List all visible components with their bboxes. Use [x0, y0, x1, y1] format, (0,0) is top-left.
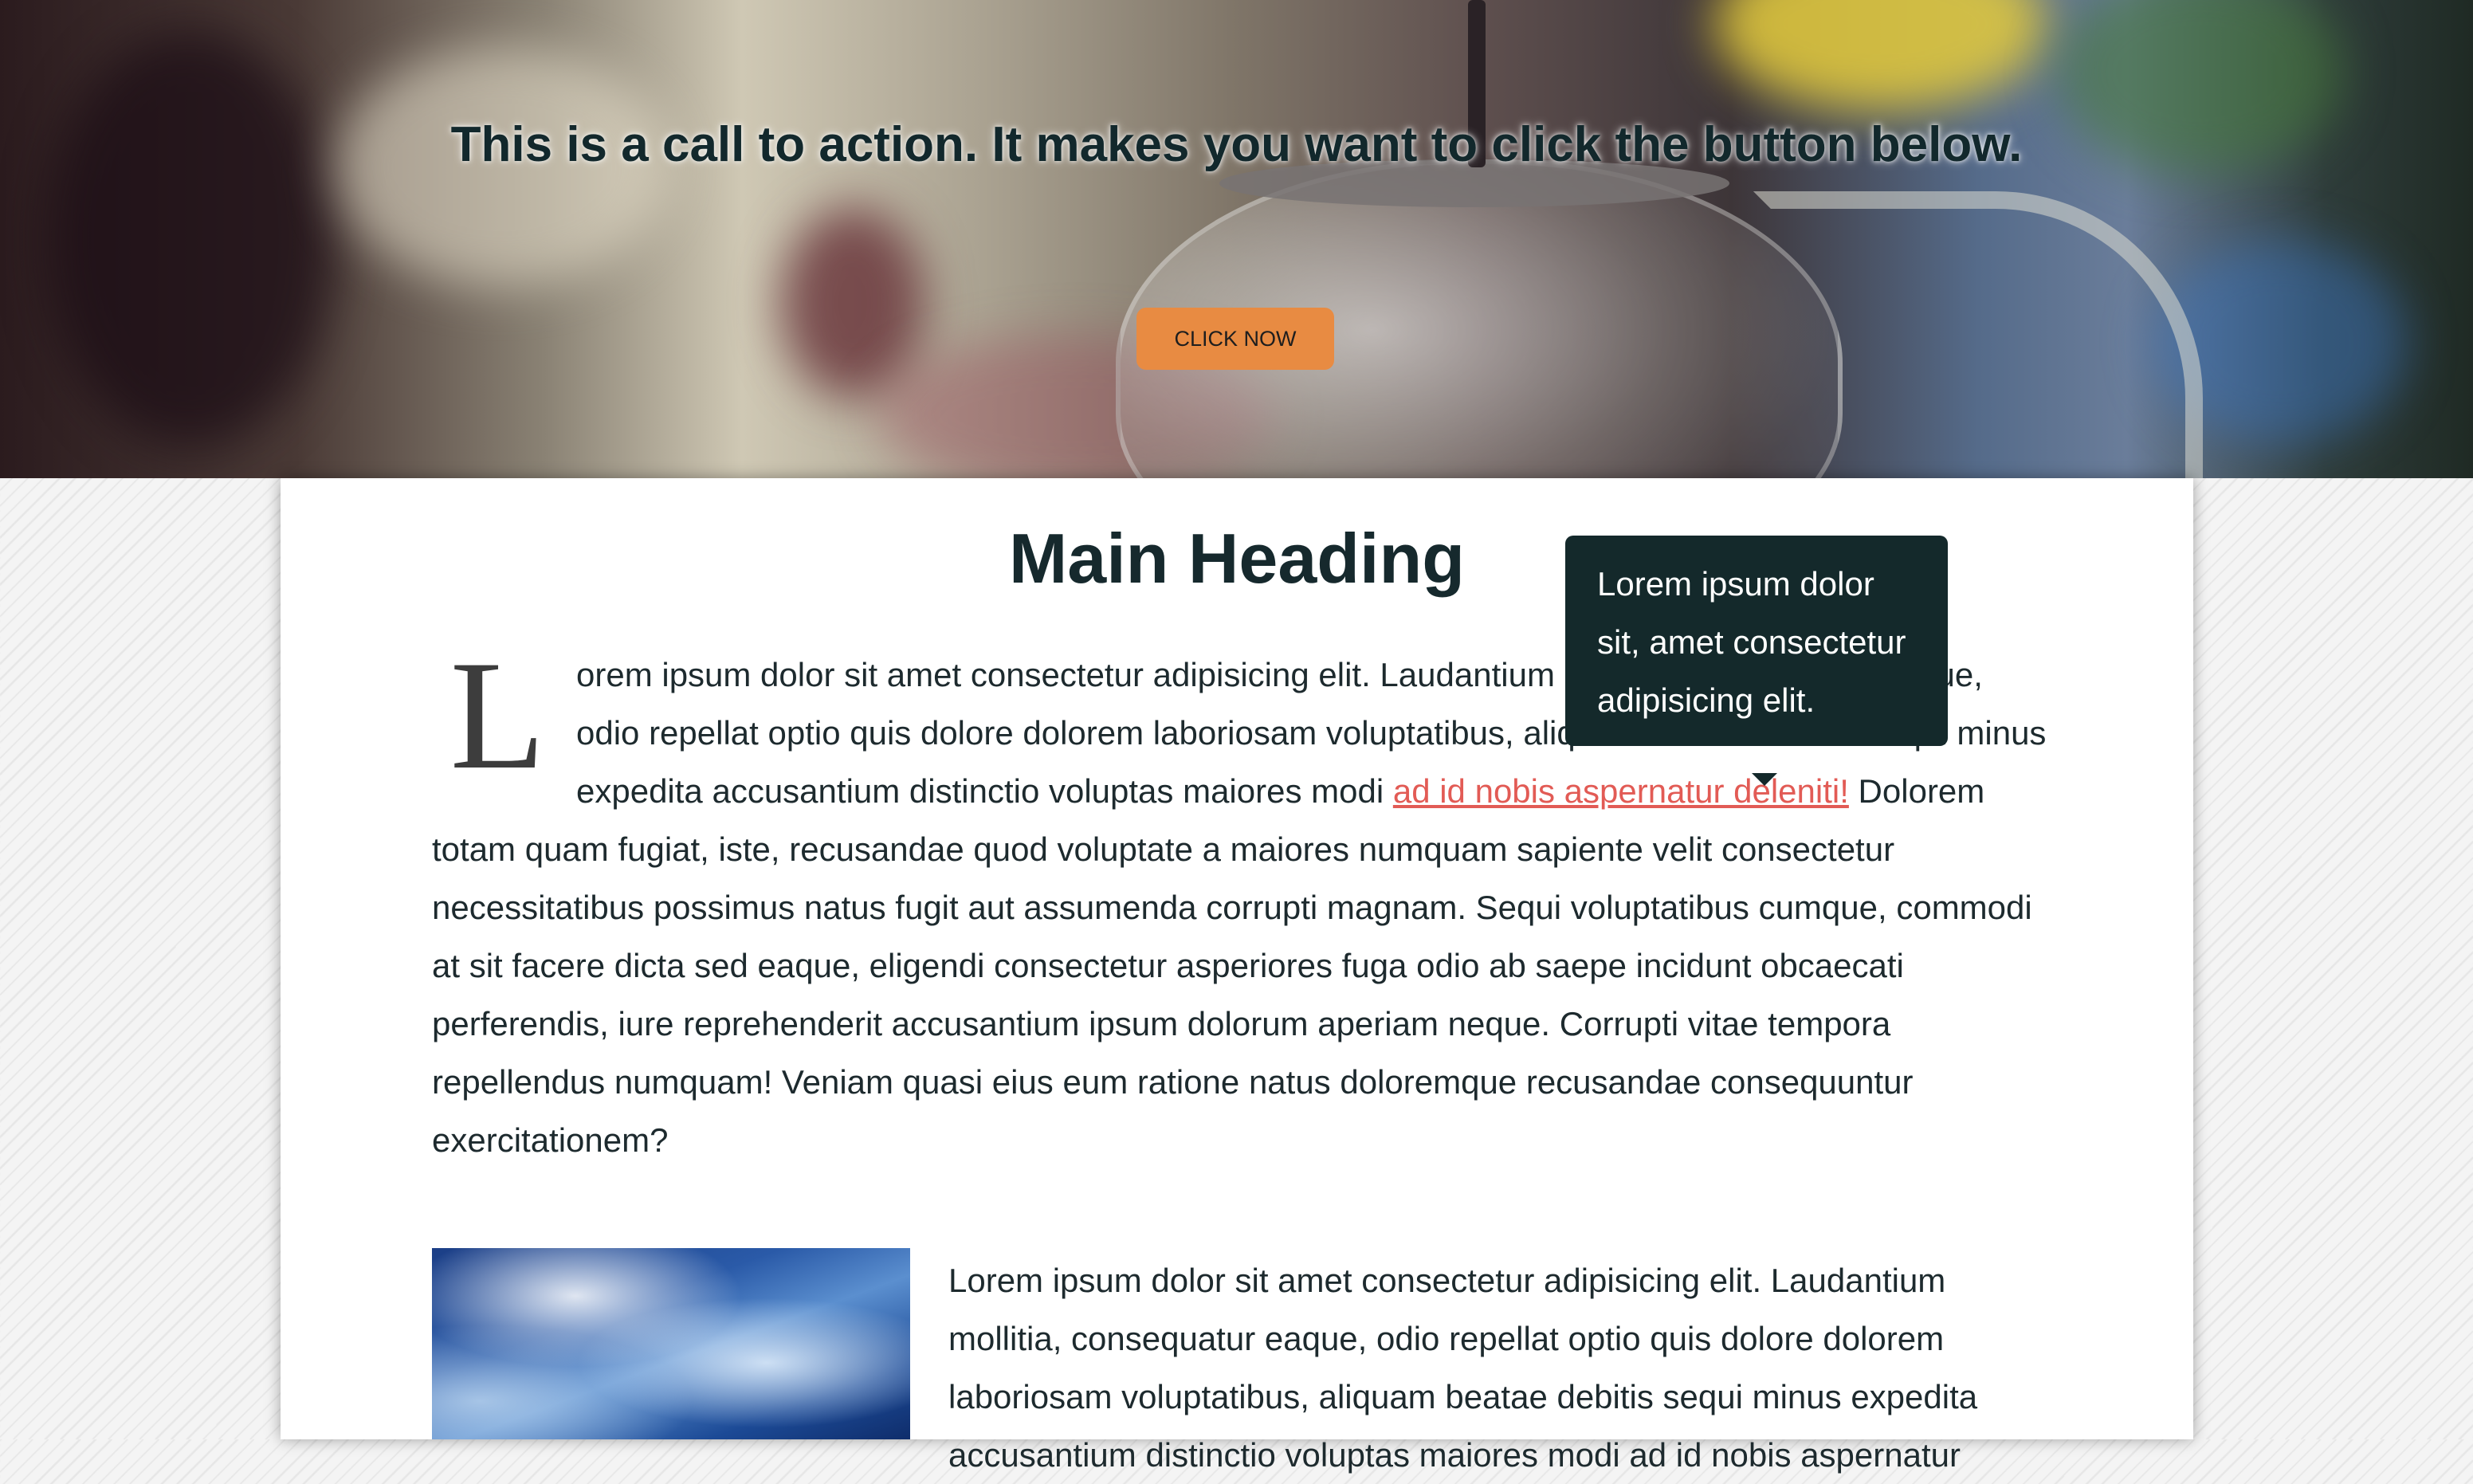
- hero-background-flower: [1713, 0, 2048, 112]
- teapot-handle-image: [1753, 191, 2203, 478]
- drop-cap: L: [449, 629, 546, 802]
- second-paragraph: Lorem ipsum dolor sit amet consectetur a…: [948, 1262, 1978, 1474]
- hero-background-blur: [48, 32, 335, 446]
- click-now-button[interactable]: CLICK NOW: [1136, 308, 1334, 370]
- hero-background-blur: [781, 207, 924, 398]
- link-tooltip: Lorem ipsum dolor sit, amet consectetur …: [1565, 536, 1948, 746]
- hero-banner: This is a call to action. It makes you w…: [0, 0, 2473, 478]
- ocean-wave-image: [432, 1248, 910, 1439]
- tooltip-arrow-icon: [1752, 773, 1777, 786]
- intro-paragraph-rest: Dolorem totam quam fugiat, iste, recusan…: [432, 772, 2032, 1159]
- inline-link[interactable]: ad id nobis aspernatur deleniti!: [1393, 772, 1849, 810]
- call-to-action-text: This is a call to action. It makes you w…: [450, 117, 2023, 172]
- content-card: Main Heading Lorem ipsum dolor sit amet …: [281, 478, 2193, 1474]
